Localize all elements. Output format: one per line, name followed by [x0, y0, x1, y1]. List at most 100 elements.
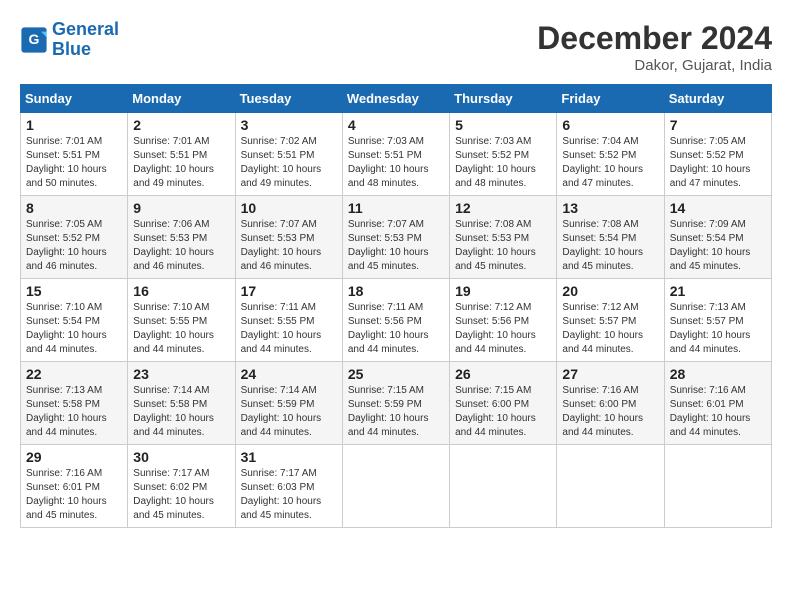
day-info: Sunrise: 7:09 AM Sunset: 5:54 PM Dayligh…	[670, 218, 766, 274]
day-number: 31	[241, 449, 337, 465]
day-info: Sunrise: 7:16 AM Sunset: 6:01 PM Dayligh…	[670, 384, 766, 440]
month-title: December 2024	[537, 20, 772, 57]
calendar-cell: 13 Sunrise: 7:08 AM Sunset: 5:54 PM Dayl…	[557, 196, 664, 279]
location: Dakor, Gujarat, India	[537, 57, 772, 74]
svg-text:G: G	[29, 31, 40, 47]
calendar-cell: 14 Sunrise: 7:09 AM Sunset: 5:54 PM Dayl…	[664, 196, 771, 279]
title-block: December 2024 Dakor, Gujarat, India	[537, 20, 772, 74]
day-info: Sunrise: 7:11 AM Sunset: 5:56 PM Dayligh…	[348, 301, 444, 357]
day-number: 24	[241, 366, 337, 382]
day-number: 30	[133, 449, 229, 465]
day-number: 20	[562, 283, 658, 299]
day-info: Sunrise: 7:10 AM Sunset: 5:55 PM Dayligh…	[133, 301, 229, 357]
day-info: Sunrise: 7:17 AM Sunset: 6:03 PM Dayligh…	[241, 467, 337, 523]
day-info: Sunrise: 7:14 AM Sunset: 5:59 PM Dayligh…	[241, 384, 337, 440]
day-number: 29	[26, 449, 122, 465]
day-number: 27	[562, 366, 658, 382]
day-info: Sunrise: 7:08 AM Sunset: 5:53 PM Dayligh…	[455, 218, 551, 274]
calendar-table: SundayMondayTuesdayWednesdayThursdayFrid…	[20, 84, 772, 528]
weekday-wednesday: Wednesday	[342, 85, 449, 113]
day-info: Sunrise: 7:11 AM Sunset: 5:55 PM Dayligh…	[241, 301, 337, 357]
calendar-cell: 31 Sunrise: 7:17 AM Sunset: 6:03 PM Dayl…	[235, 445, 342, 528]
calendar-cell	[342, 445, 449, 528]
day-info: Sunrise: 7:01 AM Sunset: 5:51 PM Dayligh…	[26, 135, 122, 191]
calendar-cell: 4 Sunrise: 7:03 AM Sunset: 5:51 PM Dayli…	[342, 113, 449, 196]
calendar-cell: 5 Sunrise: 7:03 AM Sunset: 5:52 PM Dayli…	[450, 113, 557, 196]
day-info: Sunrise: 7:16 AM Sunset: 6:01 PM Dayligh…	[26, 467, 122, 523]
day-info: Sunrise: 7:04 AM Sunset: 5:52 PM Dayligh…	[562, 135, 658, 191]
calendar-cell	[557, 445, 664, 528]
calendar-cell: 2 Sunrise: 7:01 AM Sunset: 5:51 PM Dayli…	[128, 113, 235, 196]
calendar-cell: 30 Sunrise: 7:17 AM Sunset: 6:02 PM Dayl…	[128, 445, 235, 528]
calendar-body: 1 Sunrise: 7:01 AM Sunset: 5:51 PM Dayli…	[21, 113, 772, 528]
day-info: Sunrise: 7:07 AM Sunset: 5:53 PM Dayligh…	[348, 218, 444, 274]
calendar-week-4: 22 Sunrise: 7:13 AM Sunset: 5:58 PM Dayl…	[21, 362, 772, 445]
day-number: 13	[562, 200, 658, 216]
day-number: 3	[241, 117, 337, 133]
calendar-cell: 1 Sunrise: 7:01 AM Sunset: 5:51 PM Dayli…	[21, 113, 128, 196]
logo-text: General Blue	[52, 20, 119, 60]
day-info: Sunrise: 7:13 AM Sunset: 5:58 PM Dayligh…	[26, 384, 122, 440]
day-info: Sunrise: 7:01 AM Sunset: 5:51 PM Dayligh…	[133, 135, 229, 191]
calendar-cell: 11 Sunrise: 7:07 AM Sunset: 5:53 PM Dayl…	[342, 196, 449, 279]
day-number: 16	[133, 283, 229, 299]
day-info: Sunrise: 7:17 AM Sunset: 6:02 PM Dayligh…	[133, 467, 229, 523]
calendar-cell: 9 Sunrise: 7:06 AM Sunset: 5:53 PM Dayli…	[128, 196, 235, 279]
calendar-cell: 7 Sunrise: 7:05 AM Sunset: 5:52 PM Dayli…	[664, 113, 771, 196]
calendar-week-1: 1 Sunrise: 7:01 AM Sunset: 5:51 PM Dayli…	[21, 113, 772, 196]
weekday-tuesday: Tuesday	[235, 85, 342, 113]
day-info: Sunrise: 7:12 AM Sunset: 5:56 PM Dayligh…	[455, 301, 551, 357]
day-number: 2	[133, 117, 229, 133]
day-number: 17	[241, 283, 337, 299]
calendar-cell: 15 Sunrise: 7:10 AM Sunset: 5:54 PM Dayl…	[21, 279, 128, 362]
day-number: 14	[670, 200, 766, 216]
page-header: G General Blue December 2024 Dakor, Guja…	[20, 20, 772, 74]
day-info: Sunrise: 7:15 AM Sunset: 5:59 PM Dayligh…	[348, 384, 444, 440]
day-info: Sunrise: 7:05 AM Sunset: 5:52 PM Dayligh…	[26, 218, 122, 274]
day-number: 6	[562, 117, 658, 133]
calendar-cell: 12 Sunrise: 7:08 AM Sunset: 5:53 PM Dayl…	[450, 196, 557, 279]
day-number: 25	[348, 366, 444, 382]
day-number: 9	[133, 200, 229, 216]
calendar-cell: 6 Sunrise: 7:04 AM Sunset: 5:52 PM Dayli…	[557, 113, 664, 196]
weekday-sunday: Sunday	[21, 85, 128, 113]
day-number: 21	[670, 283, 766, 299]
day-number: 4	[348, 117, 444, 133]
day-number: 23	[133, 366, 229, 382]
calendar-week-3: 15 Sunrise: 7:10 AM Sunset: 5:54 PM Dayl…	[21, 279, 772, 362]
calendar-cell: 10 Sunrise: 7:07 AM Sunset: 5:53 PM Dayl…	[235, 196, 342, 279]
day-info: Sunrise: 7:10 AM Sunset: 5:54 PM Dayligh…	[26, 301, 122, 357]
calendar-week-5: 29 Sunrise: 7:16 AM Sunset: 6:01 PM Dayl…	[21, 445, 772, 528]
day-number: 10	[241, 200, 337, 216]
calendar-cell: 22 Sunrise: 7:13 AM Sunset: 5:58 PM Dayl…	[21, 362, 128, 445]
calendar-cell: 18 Sunrise: 7:11 AM Sunset: 5:56 PM Dayl…	[342, 279, 449, 362]
calendar-cell: 26 Sunrise: 7:15 AM Sunset: 6:00 PM Dayl…	[450, 362, 557, 445]
day-number: 22	[26, 366, 122, 382]
calendar-cell: 17 Sunrise: 7:11 AM Sunset: 5:55 PM Dayl…	[235, 279, 342, 362]
weekday-friday: Friday	[557, 85, 664, 113]
weekday-thursday: Thursday	[450, 85, 557, 113]
day-info: Sunrise: 7:16 AM Sunset: 6:00 PM Dayligh…	[562, 384, 658, 440]
day-number: 12	[455, 200, 551, 216]
calendar-cell: 29 Sunrise: 7:16 AM Sunset: 6:01 PM Dayl…	[21, 445, 128, 528]
calendar-cell: 21 Sunrise: 7:13 AM Sunset: 5:57 PM Dayl…	[664, 279, 771, 362]
day-number: 7	[670, 117, 766, 133]
day-number: 11	[348, 200, 444, 216]
day-info: Sunrise: 7:03 AM Sunset: 5:52 PM Dayligh…	[455, 135, 551, 191]
calendar-cell: 19 Sunrise: 7:12 AM Sunset: 5:56 PM Dayl…	[450, 279, 557, 362]
calendar-week-2: 8 Sunrise: 7:05 AM Sunset: 5:52 PM Dayli…	[21, 196, 772, 279]
calendar-cell: 28 Sunrise: 7:16 AM Sunset: 6:01 PM Dayl…	[664, 362, 771, 445]
day-info: Sunrise: 7:03 AM Sunset: 5:51 PM Dayligh…	[348, 135, 444, 191]
calendar-cell: 24 Sunrise: 7:14 AM Sunset: 5:59 PM Dayl…	[235, 362, 342, 445]
weekday-saturday: Saturday	[664, 85, 771, 113]
calendar-cell: 20 Sunrise: 7:12 AM Sunset: 5:57 PM Dayl…	[557, 279, 664, 362]
calendar-cell	[664, 445, 771, 528]
weekday-header-row: SundayMondayTuesdayWednesdayThursdayFrid…	[21, 85, 772, 113]
day-number: 8	[26, 200, 122, 216]
day-info: Sunrise: 7:12 AM Sunset: 5:57 PM Dayligh…	[562, 301, 658, 357]
day-info: Sunrise: 7:08 AM Sunset: 5:54 PM Dayligh…	[562, 218, 658, 274]
calendar-cell: 27 Sunrise: 7:16 AM Sunset: 6:00 PM Dayl…	[557, 362, 664, 445]
day-info: Sunrise: 7:02 AM Sunset: 5:51 PM Dayligh…	[241, 135, 337, 191]
day-info: Sunrise: 7:15 AM Sunset: 6:00 PM Dayligh…	[455, 384, 551, 440]
day-info: Sunrise: 7:07 AM Sunset: 5:53 PM Dayligh…	[241, 218, 337, 274]
